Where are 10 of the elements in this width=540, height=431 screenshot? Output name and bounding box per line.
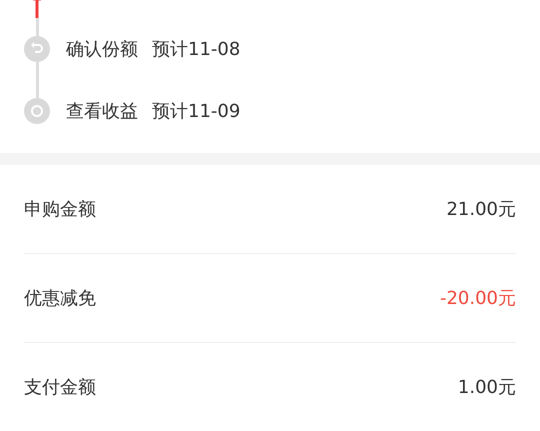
summary-label: 申购金额	[24, 198, 96, 221]
summary-amount: 21.00元	[446, 198, 516, 221]
summary-label: 优惠减免	[24, 287, 96, 310]
step-date: 预计11-09	[152, 100, 240, 123]
summary-amount: 1.00元	[458, 376, 516, 399]
step-label: 确认份额	[66, 38, 138, 61]
summary-label: 支付金额	[24, 376, 96, 399]
step-label: 查看收益	[66, 100, 138, 123]
summary-amount: -20.00元	[440, 287, 516, 310]
step-date: 预计11-08	[152, 38, 240, 61]
